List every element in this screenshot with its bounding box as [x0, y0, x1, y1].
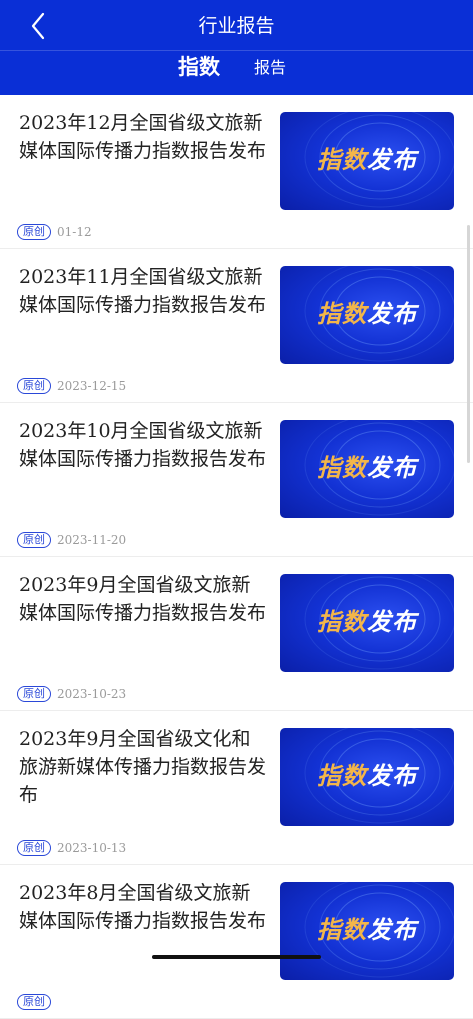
article-title[interactable]: 2023年9月全国省级文旅新媒体国际传播力指数报告发布 — [19, 571, 267, 627]
thumbnail-caption-b: 发布 — [367, 916, 417, 944]
thumbnail-caption-b: 发布 — [367, 146, 417, 174]
thumbnail-caption-a: 指数 — [317, 916, 367, 944]
thumbnail-caption-b: 发布 — [367, 608, 417, 636]
article-date: 2023-12-15 — [57, 378, 127, 393]
thumbnail-caption-a: 指数 — [317, 454, 367, 482]
original-badge: 原创 — [17, 839, 51, 856]
list-item[interactable]: 2023年8月全国省级文旅新媒体国际传播力指数报告发布 指数发布 原创 — [0, 865, 473, 1019]
article-meta: 原创 — [17, 991, 57, 1010]
thumbnail-caption-b: 发布 — [367, 454, 417, 482]
article-meta: 原创 2023-10-23 — [17, 683, 127, 702]
thumbnail-caption: 指数发布 — [280, 912, 454, 948]
article-title[interactable]: 2023年11月全国省级文旅新媒体国际传播力指数报告发布 — [19, 263, 267, 319]
list-item[interactable]: 2023年12月全国省级文旅新媒体国际传播力指数报告发布 指数发布 原创 01-1… — [0, 95, 473, 249]
original-badge: 原创 — [17, 685, 51, 702]
scrollbar[interactable] — [467, 225, 470, 463]
article-title[interactable]: 2023年8月全国省级文旅新媒体国际传播力指数报告发布 — [19, 879, 267, 935]
thumbnail-caption-a: 指数 — [317, 300, 367, 328]
thumbnail-caption: 指数发布 — [280, 296, 454, 332]
thumbnail-caption-b: 发布 — [367, 300, 417, 328]
article-thumbnail[interactable]: 指数发布 — [280, 574, 454, 672]
article-thumbnail[interactable]: 指数发布 — [280, 728, 454, 826]
article-date: 2023-11-20 — [57, 532, 127, 547]
article-meta: 原创 2023-10-13 — [17, 837, 127, 856]
article-date: 2023-10-13 — [57, 840, 127, 855]
thumbnail-caption-a: 指数 — [317, 762, 367, 790]
thumbnail-caption: 指数发布 — [280, 604, 454, 640]
article-thumbnail[interactable]: 指数发布 — [280, 266, 454, 364]
article-date: 01-12 — [57, 224, 92, 239]
header-divider — [0, 50, 473, 51]
tab-index[interactable]: 指数 — [178, 52, 220, 82]
article-list: 2023年12月全国省级文旅新媒体国际传播力指数报告发布 指数发布 原创 01-1… — [0, 95, 473, 1019]
article-thumbnail[interactable]: 指数发布 — [280, 420, 454, 518]
home-indicator[interactable] — [152, 955, 321, 959]
article-thumbnail[interactable]: 指数发布 — [280, 112, 454, 210]
list-item[interactable]: 2023年10月全国省级文旅新媒体国际传播力指数报告发布 指数发布 原创 2023… — [0, 403, 473, 557]
list-item[interactable]: 2023年9月全国省级文化和旅游新媒体传播力指数报告发布 指数发布 原创 2023… — [0, 711, 473, 865]
article-meta: 原创 01-12 — [17, 221, 92, 240]
original-badge: 原创 — [17, 993, 51, 1010]
article-meta: 原创 2023-12-15 — [17, 375, 127, 394]
thumbnail-caption: 指数发布 — [280, 758, 454, 794]
original-badge: 原创 — [17, 531, 51, 548]
article-title[interactable]: 2023年10月全国省级文旅新媒体国际传播力指数报告发布 — [19, 417, 267, 473]
thumbnail-caption: 指数发布 — [280, 142, 454, 178]
page-title: 行业报告 — [198, 15, 275, 37]
tab-report[interactable]: 报告 — [254, 55, 286, 81]
thumbnail-caption-a: 指数 — [317, 608, 367, 636]
thumbnail-caption: 指数发布 — [280, 450, 454, 486]
list-item[interactable]: 2023年11月全国省级文旅新媒体国际传播力指数报告发布 指数发布 原创 2023… — [0, 249, 473, 403]
thumbnail-caption-a: 指数 — [317, 146, 367, 174]
list-item[interactable]: 2023年9月全国省级文旅新媒体国际传播力指数报告发布 指数发布 原创 2023-… — [0, 557, 473, 711]
thumbnail-caption-b: 发布 — [367, 762, 417, 790]
article-title[interactable]: 2023年9月全国省级文化和旅游新媒体传播力指数报告发布 — [19, 725, 267, 809]
article-date: 2023-10-23 — [57, 686, 127, 701]
original-badge: 原创 — [17, 377, 51, 394]
original-badge: 原创 — [17, 223, 51, 240]
article-title[interactable]: 2023年12月全国省级文旅新媒体国际传播力指数报告发布 — [19, 109, 267, 165]
app-header: 行业报告 指数 报告 — [0, 0, 473, 95]
article-meta: 原创 2023-11-20 — [17, 529, 127, 548]
article-thumbnail[interactable]: 指数发布 — [280, 882, 454, 980]
